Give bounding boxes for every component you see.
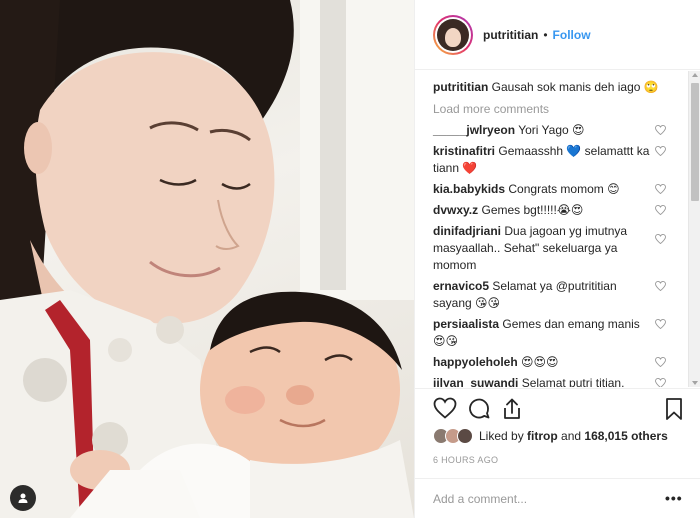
comment-text: Selamat putri titian. <box>521 376 625 387</box>
comment-text: Gemes bgt!!!!!😭😍 <box>481 203 584 217</box>
bookmark-icon <box>666 398 682 420</box>
follow-button[interactable]: Follow <box>553 28 591 42</box>
comment-username[interactable]: ernavico5 <box>433 279 489 293</box>
add-comment-input[interactable] <box>433 491 653 506</box>
caption-text: Gausah sok manis deh iago 🙄 <box>491 80 659 94</box>
liker-avatar[interactable] <box>457 428 473 444</box>
comments-list: putrititian Gausah sok manis deh iago 🙄 … <box>415 71 700 387</box>
comment-item: _____jwlryeon Yori Yago 😍 <box>433 122 666 139</box>
comment-like-icon[interactable] <box>655 203 666 220</box>
likes-text[interactable]: Liked by fitrop and 168,015 others <box>479 429 668 443</box>
post-header: putrititian • Follow <box>415 0 700 70</box>
likes-middle: and <box>557 429 585 443</box>
comment-button[interactable] <box>467 397 491 424</box>
post-photo[interactable] <box>0 0 414 518</box>
likes-count[interactable]: 168,015 others <box>584 429 667 443</box>
likes-summary: Liked by fitrop and 168,015 others <box>433 424 668 448</box>
comment-like-icon[interactable] <box>655 144 666 161</box>
comment-username[interactable]: dvwxy.z <box>433 203 478 217</box>
user-tag-button[interactable] <box>10 485 36 511</box>
post-timestamp[interactable]: 6 HOURS AGO <box>433 455 498 465</box>
comment-item: kia.babykids Congrats momom 😊 <box>433 181 666 198</box>
photo-illustration <box>0 0 414 518</box>
comment-text: Yori Yago 😍 <box>518 123 585 137</box>
avatar[interactable] <box>433 14 473 55</box>
comment-like-icon[interactable] <box>655 279 666 296</box>
comment-text: Congrats momom 😊 <box>508 182 620 196</box>
comment-username[interactable]: happyoleholeh <box>433 355 518 369</box>
comment-like-icon[interactable] <box>655 355 666 372</box>
more-options-button[interactable]: ••• <box>665 491 683 505</box>
comment-username[interactable]: kristinafitri <box>433 144 495 158</box>
likes-prefix: Liked by <box>479 429 528 443</box>
comment-like-icon[interactable] <box>655 123 666 140</box>
header-username[interactable]: putrititian <box>483 28 538 42</box>
comment-like-icon[interactable] <box>655 317 666 334</box>
comment-username[interactable]: kia.babykids <box>433 182 505 196</box>
share-button[interactable] <box>501 397 523 424</box>
comment-username[interactable]: _____jwlryeon <box>433 123 515 137</box>
comment-username[interactable]: dinifadjriani <box>433 224 501 238</box>
post-side-panel: putrititian • Follow putrititian Gausah … <box>414 0 700 518</box>
share-icon <box>504 398 520 419</box>
comment-item: happyoleholeh 😍😍😍 <box>433 354 666 371</box>
comment-item: kristinafitri Gemaasshh 💙 selamattt ka t… <box>433 143 666 177</box>
user-tag-icon <box>18 493 28 503</box>
scrollbar-thumb[interactable] <box>691 83 699 201</box>
caption-username[interactable]: putrititian <box>433 80 488 94</box>
comment-item: ernavico5 Selamat ya @putrititian sayang… <box>433 278 666 312</box>
comments-scrollbar[interactable] <box>688 71 700 387</box>
comment-username[interactable]: jilyan_suwandi <box>433 376 518 387</box>
load-more-comments-button[interactable]: Load more comments <box>433 102 700 116</box>
comment-username[interactable]: persiaalista <box>433 317 499 331</box>
save-button[interactable] <box>664 397 684 424</box>
scroll-down-arrow-icon[interactable] <box>692 381 698 385</box>
heart-icon <box>433 397 457 419</box>
scroll-up-arrow-icon[interactable] <box>692 73 698 77</box>
comment-item: dvwxy.z Gemes bgt!!!!!😭😍 <box>433 202 666 219</box>
add-comment-bar: ••• <box>415 478 700 518</box>
comment-item: persiaalista Gemes dan emang manis 😍😘 <box>433 316 666 350</box>
comment-icon <box>469 398 490 419</box>
likes-user[interactable]: fitrop <box>527 429 558 443</box>
post-caption: putrititian Gausah sok manis deh iago 🙄 <box>433 79 673 96</box>
comment-like-icon[interactable] <box>655 182 666 199</box>
comment-item: jilyan_suwandi Selamat putri titian. <box>433 375 666 387</box>
header-separator: • <box>543 27 548 42</box>
comment-like-icon[interactable] <box>655 376 666 387</box>
comment-text: 😍😍😍 <box>521 355 559 369</box>
comment-like-icon[interactable] <box>655 232 666 249</box>
like-button[interactable] <box>433 397 457 422</box>
comment-item: dinifadjriani Dua jagoan yg imutnya masy… <box>433 223 666 274</box>
